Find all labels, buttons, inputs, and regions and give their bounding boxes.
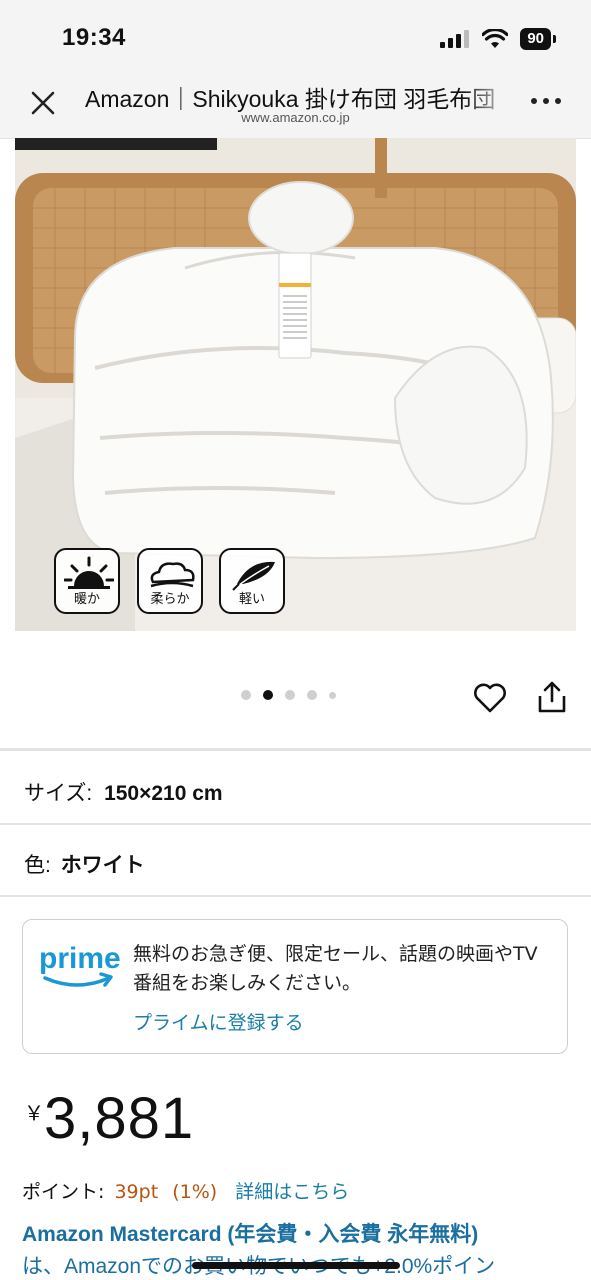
share-icon[interactable] [536, 680, 568, 714]
points-row: ポイント: 39pt (1%) 詳細はこちら [22, 1177, 349, 1204]
carousel-dot-active[interactable] [263, 690, 273, 700]
color-row[interactable]: 色: ホワイト [24, 849, 145, 879]
feature-soft: 柔らか [137, 548, 203, 614]
points-percent: (1%) [172, 1181, 218, 1203]
size-value: 150×210 cm [104, 782, 223, 805]
status-time: 19:34 [62, 24, 126, 51]
status-bar: 19:34 90 [0, 0, 591, 76]
color-label: 色: [24, 854, 51, 877]
feature-label: 暖か [73, 592, 100, 607]
feather-icon [232, 561, 275, 591]
size-label: サイズ: [24, 782, 93, 805]
divider [0, 748, 591, 751]
battery-indicator: 90 [520, 28, 556, 50]
home-indicator[interactable] [192, 1262, 400, 1269]
feature-label: 軽い [238, 592, 265, 607]
cloud-icon [150, 562, 195, 588]
carousel-dot[interactable] [241, 690, 251, 700]
heart-icon[interactable] [473, 682, 507, 714]
points-detail-link[interactable]: 詳細はこちら [235, 1181, 349, 1203]
carousel-dot[interactable] [329, 691, 336, 699]
points-value: 39pt [114, 1181, 159, 1203]
price-currency: ￥ [24, 1101, 44, 1125]
prime-signup-link[interactable]: プライムに登録する [133, 1008, 304, 1035]
more-options-icon[interactable] [529, 96, 563, 106]
wifi-icon [482, 29, 509, 48]
mastercard-promo-title[interactable]: Amazon Mastercard (年会費・入会費 永年無料) [22, 1218, 478, 1248]
sun-icon [64, 556, 114, 589]
feature-light: 軽い [219, 548, 285, 614]
size-row[interactable]: サイズ: 150×210 cm [24, 777, 223, 807]
carousel-dot[interactable] [285, 690, 295, 700]
divider [0, 895, 591, 897]
page-title: Amazon｜Shikyouka 掛け布団 羽毛布団 [85, 86, 496, 112]
feature-warm: 暖か [54, 548, 120, 614]
color-value: ホワイト [60, 854, 145, 877]
divider [0, 823, 591, 825]
prime-message: 無料のお急ぎ便、限定セール、話題の映画やTV番組をお楽しみください。 [133, 943, 538, 994]
points-label: ポイント: [22, 1181, 105, 1203]
prime-logo: prime [39, 942, 121, 987]
feature-label: 柔らか [150, 592, 190, 607]
browser-nav-bar: Amazon｜Shikyouka 掛け布団 羽毛布団 www.amazon.co… [0, 76, 591, 139]
carousel-indicator[interactable] [241, 690, 336, 700]
prime-promo-card[interactable]: prime 無料のお急ぎ便、限定セール、話題の映画やTV番組をお楽しみください。… [22, 919, 568, 1054]
prime-logo-text: prime [39, 942, 121, 975]
carousel-dot[interactable] [307, 690, 317, 700]
price-value: 3,881 [44, 1086, 195, 1151]
status-icons: 90 [440, 26, 556, 52]
page-url: www.amazon.co.jp [241, 110, 350, 125]
signal-icon [440, 30, 470, 48]
